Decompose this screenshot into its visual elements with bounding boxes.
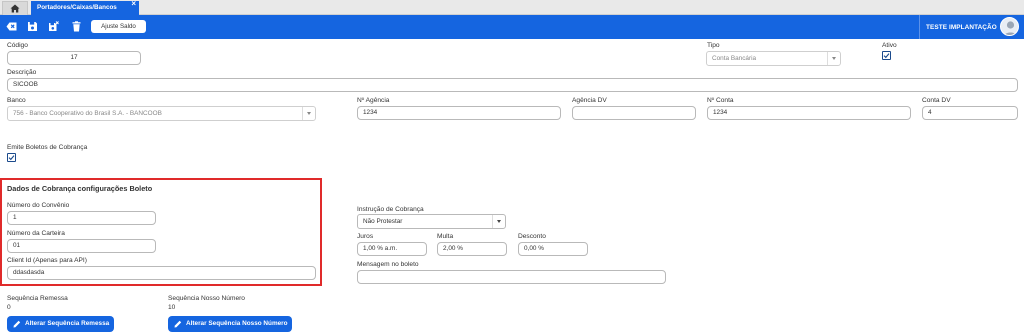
client-id-label: Client Id (Apenas para API): [7, 257, 87, 264]
checkmark-icon: [883, 53, 890, 59]
tab-bar: Portadores/Caixas/Bancos ×: [0, 0, 1024, 16]
instrucao-value: Não Protestar: [363, 218, 403, 225]
multa-input[interactable]: 2,00 %: [437, 242, 507, 256]
juros-input[interactable]: 1,00 % a.m.: [357, 242, 427, 256]
ativo-label: Ativo: [882, 42, 897, 49]
juros-label: Juros: [357, 233, 374, 240]
mensagem-label: Mensagem no boleto: [357, 261, 419, 268]
conta-input[interactable]: 1234: [707, 106, 911, 120]
delete-icon[interactable]: [71, 21, 82, 32]
banco-value: 756 - Banco Cooperativo do Brasil S.A. -…: [13, 110, 162, 117]
alterar-sequencia-remessa-label: Alterar Sequência Remessa: [25, 320, 110, 327]
tab-portadores[interactable]: Portadores/Caixas/Bancos ×: [31, 0, 139, 16]
avatar[interactable]: [1000, 17, 1019, 36]
codigo-input[interactable]: 17: [7, 51, 141, 65]
cancel-icon[interactable]: [6, 21, 17, 32]
conta-label: Nº Conta: [707, 97, 734, 104]
numero-carteira-input[interactable]: 01: [7, 239, 156, 253]
sequencia-remessa-value: 0: [7, 304, 11, 311]
save-icon[interactable]: [27, 21, 38, 32]
chevron-down-icon: [302, 107, 315, 120]
ativo-checkbox[interactable]: [882, 51, 891, 60]
descricao-input[interactable]: SICOOB: [7, 78, 1018, 92]
toolbar-divider: [919, 15, 920, 39]
numero-convenio-input[interactable]: 1: [7, 211, 156, 225]
alterar-sequencia-nosso-numero-button[interactable]: Alterar Sequência Nosso Número: [168, 316, 292, 332]
mensagem-input[interactable]: [357, 270, 666, 284]
tipo-label: Tipo: [707, 42, 720, 49]
numero-carteira-label: Número da Carteira: [7, 230, 65, 237]
pencil-icon: [13, 320, 21, 328]
sequencia-nosso-numero-value: 10: [168, 304, 176, 311]
desconto-label: Desconto: [518, 233, 546, 240]
emite-boletos-checkbox[interactable]: [7, 153, 16, 162]
descricao-label: Descrição: [7, 69, 37, 76]
tab-label: Portadores/Caixas/Bancos: [37, 4, 117, 11]
multa-label: Multa: [437, 233, 454, 240]
conta-dv-input[interactable]: 4: [922, 106, 1018, 120]
tipo-value: Conta Bancária: [712, 55, 757, 62]
chevron-down-icon: [492, 215, 505, 228]
home-icon: [10, 4, 20, 13]
desconto-input[interactable]: 0,00 %: [518, 242, 588, 256]
cobranca-title: Dados de Cobrança configurações Boleto: [7, 184, 153, 193]
close-icon[interactable]: ×: [131, 0, 136, 11]
numero-convenio-label: Número do Convênio: [7, 202, 70, 209]
conta-dv-label: Conta DV: [922, 97, 951, 104]
tipo-select[interactable]: Conta Bancária: [706, 51, 841, 66]
sequencia-remessa-label: Sequência Remessa: [7, 295, 68, 302]
tab-home[interactable]: [2, 1, 28, 15]
checkmark-icon: [8, 155, 15, 161]
banco-select[interactable]: 756 - Banco Cooperativo do Brasil S.A. -…: [7, 106, 316, 121]
alterar-sequencia-remessa-button[interactable]: Alterar Sequência Remessa: [7, 316, 114, 332]
agencia-input[interactable]: 1234: [357, 106, 561, 120]
instrucao-select[interactable]: Não Protestar: [357, 214, 506, 229]
agencia-dv-label: Agência DV: [572, 97, 607, 104]
agencia-label: Nº Agência: [357, 97, 390, 104]
instrucao-label: Instrução de Cobrança: [357, 206, 424, 213]
client-id-input[interactable]: ddasdasda: [7, 266, 316, 280]
agencia-dv-input[interactable]: [572, 106, 696, 120]
sequencia-nosso-numero-label: Sequência Nosso Número: [168, 295, 245, 302]
codigo-label: Código: [7, 42, 28, 49]
save-close-icon[interactable]: [48, 21, 59, 32]
ajuste-saldo-button[interactable]: Ajuste Saldo: [91, 20, 146, 33]
emite-boletos-label: Emite Boletos de Cobrança: [7, 144, 88, 151]
banco-label: Banco: [7, 97, 26, 104]
chevron-down-icon: [827, 52, 840, 65]
alterar-sequencia-nosso-numero-label: Alterar Sequência Nosso Número: [186, 320, 288, 327]
pencil-icon: [174, 320, 182, 328]
toolbar: Ajuste Saldo TESTE IMPLANTAÇÃO: [0, 15, 1024, 39]
user-name[interactable]: TESTE IMPLANTAÇÃO: [926, 24, 997, 31]
